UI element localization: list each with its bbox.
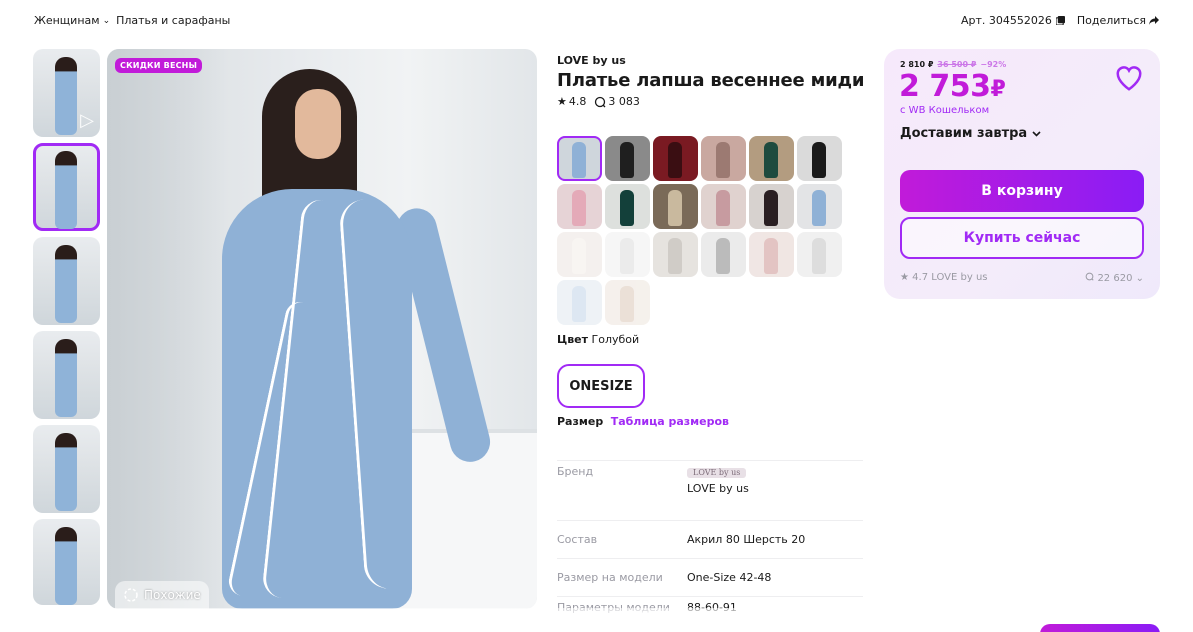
bottom-fade (0, 608, 1193, 632)
seller-name: LOVE by us (931, 272, 988, 283)
product-title: Платье лапша весеннее миди (557, 70, 865, 91)
speech-bubble-icon (595, 96, 606, 107)
chevron-down-icon (1032, 130, 1041, 137)
share-arrow-icon (1149, 16, 1159, 25)
floating-cart-button[interactable] (1040, 624, 1160, 632)
spec-value: Акрил 80 Шерсть 20 (687, 533, 806, 546)
color-swatch-unavailable[interactable] (797, 232, 842, 277)
rating-value: 4.8 (568, 95, 587, 108)
price-current: 2 753₽ (899, 69, 1006, 104)
thumbnail-selected[interactable] (33, 143, 100, 231)
heart-icon[interactable] (1114, 63, 1144, 93)
buy-box: 2 810 ₽ 36 500 ₽ −92% 2 753₽ с WB Кошель… (884, 49, 1160, 299)
thumbnail-strip: ▷ (33, 49, 101, 605)
seller-reviews-value: 22 620 (1097, 273, 1133, 284)
thumbnail[interactable] (33, 237, 100, 325)
size-row: Размер Таблица размеров (557, 415, 729, 428)
currency: ₽ (990, 77, 1006, 102)
color-swatch[interactable] (653, 184, 698, 229)
specs-table: Бренд LOVE by us LOVE by us Состав Акрил… (557, 460, 863, 616)
color-swatch[interactable] (605, 136, 650, 181)
rating[interactable]: ★ 4.8 (557, 95, 586, 108)
price-details: 2 810 ₽ 36 500 ₽ −92% (900, 60, 1006, 69)
star-icon: ★ (557, 95, 567, 108)
color-swatches (557, 136, 847, 325)
size-label: Размер (557, 415, 604, 428)
brand-link[interactable]: LOVE by us (557, 54, 867, 67)
chevron-down-icon[interactable]: ⌄ (103, 16, 111, 26)
similar-icon (124, 588, 138, 602)
breadcrumb-item-dresses[interactable]: Платья и сарафаны (116, 14, 230, 27)
price-value: 2 753 (899, 69, 991, 104)
price-old: 36 500 ₽ (937, 60, 977, 69)
main-product-image[interactable]: СКИДКИ ВЕСНЫ Похожие (107, 49, 537, 609)
promo-badge: СКИДКИ ВЕСНЫ (115, 58, 203, 73)
spec-key: Состав (557, 533, 598, 546)
spec-row-brand: Бренд LOVE by us LOVE by us (557, 460, 863, 520)
rating-row: ★ 4.8 3 083 (557, 95, 867, 108)
spec-key: Бренд (557, 465, 594, 478)
price-wb: 2 810 ₽ (900, 60, 934, 69)
share-button[interactable]: Поделиться (1077, 14, 1159, 27)
color-swatch-unavailable[interactable] (557, 280, 602, 325)
color-swatch[interactable] (653, 136, 698, 181)
color-swatch-unavailable[interactable] (701, 232, 746, 277)
color-swatch-unavailable[interactable] (653, 232, 698, 277)
size-option-onesize[interactable]: ONESIZE (557, 364, 645, 408)
article-number[interactable]: Арт. 304552026 (961, 14, 1065, 27)
buy-now-button[interactable]: Купить сейчас (900, 217, 1144, 259)
color-swatch[interactable] (797, 184, 842, 229)
color-swatch-unavailable[interactable] (557, 232, 602, 277)
color-swatch-blue[interactable] (557, 136, 602, 181)
share-label: Поделиться (1076, 14, 1146, 27)
spec-row-model-size: Размер на модели One-Size 42-48 (557, 558, 863, 596)
breadcrumb-item-women[interactable]: Женщинам (34, 14, 100, 27)
size-table-link[interactable]: Таблица размеров (611, 415, 729, 428)
color-swatch[interactable] (701, 136, 746, 181)
speech-bubble-icon (1085, 272, 1094, 281)
thumbnail[interactable] (33, 425, 100, 513)
reviews-value: 3 083 (608, 95, 640, 108)
color-label-value: Голубой (591, 333, 640, 346)
product-info: LOVE by us Платье лапша весеннее миди ★ 4… (557, 54, 867, 108)
seller-info[interactable]: ★ 4.7 LOVE by us 22 620 ⌄ (900, 272, 1144, 284)
delivery-label: Доставим завтра (900, 126, 1028, 141)
add-to-cart-button[interactable]: В корзину (900, 170, 1144, 212)
color-swatch[interactable] (557, 184, 602, 229)
seller-reviews: 22 620 ⌄ (1085, 272, 1144, 284)
delivery-dropdown[interactable]: Доставим завтра (900, 126, 1041, 141)
brand-logo[interactable]: LOVE by us (687, 468, 747, 478)
similar-label: Похожие (144, 588, 201, 602)
copy-icon[interactable] (1055, 16, 1065, 25)
color-swatch-unavailable[interactable] (605, 232, 650, 277)
spec-row-composition: Состав Акрил 80 Шерсть 20 (557, 520, 863, 558)
color-swatch[interactable] (701, 184, 746, 229)
spec-value[interactable]: LOVE by us (687, 482, 863, 495)
thumbnail-video[interactable]: ▷ (33, 49, 100, 137)
spec-value: One-Size 42-48 (687, 571, 772, 584)
color-label: Цвет Голубой (557, 333, 639, 346)
color-swatch[interactable] (605, 184, 650, 229)
wallet-note[interactable]: с WB Кошельком (900, 105, 989, 116)
color-swatch[interactable] (797, 136, 842, 181)
seller-rating-value: 4.7 (912, 272, 929, 283)
article-label: Арт. 304552026 (960, 14, 1052, 27)
thumbnail[interactable] (33, 519, 100, 605)
spec-key: Размер на модели (557, 571, 663, 584)
color-swatch[interactable] (749, 184, 794, 229)
similar-button[interactable]: Похожие (115, 581, 209, 609)
wallet-label: с WB Кошельком (900, 105, 990, 116)
seller-rating: ★ 4.7 LOVE by us (900, 272, 988, 283)
color-swatch[interactable] (749, 136, 794, 181)
reviews-count[interactable]: 3 083 (594, 95, 640, 108)
breadcrumb: Женщинам ⌄ Платья и сарафаны (34, 14, 230, 27)
top-bar: Женщинам ⌄ Платья и сарафаны Арт. 304552… (0, 0, 1193, 42)
discount-badge: −92% (980, 60, 1007, 69)
color-label-key: Цвет (557, 333, 589, 346)
play-icon: ▷ (80, 110, 94, 131)
color-swatch-unavailable[interactable] (749, 232, 794, 277)
color-swatch-unavailable[interactable] (605, 280, 650, 325)
thumbnail[interactable] (33, 331, 100, 419)
